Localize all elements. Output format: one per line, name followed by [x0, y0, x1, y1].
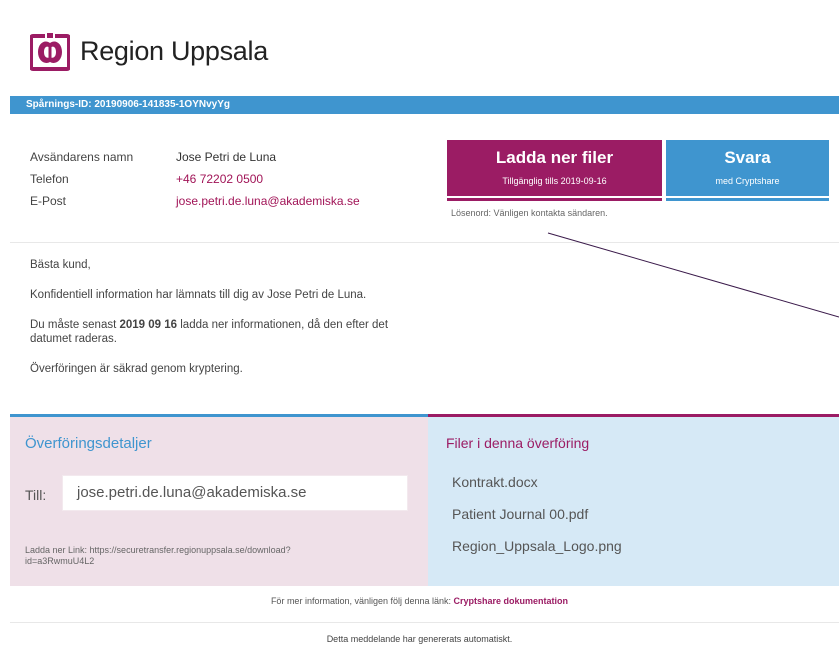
- sender-name-row: Avsändarens namn Jose Petri de Luna: [30, 146, 360, 168]
- message-line-2-pre: Du måste senast: [30, 319, 120, 331]
- divider: [10, 242, 839, 243]
- message-body: Bästa kund, Konfidentiell information ha…: [30, 258, 430, 392]
- message-line-2: Du måste senast 2019 09 16 ladda ner inf…: [30, 318, 430, 346]
- download-files-button[interactable]: Ladda ner filer Tillgänglig tills 2019-0…: [447, 140, 662, 196]
- download-link[interactable]: Ladda ner Link: https://securetransfer.r…: [25, 545, 355, 567]
- file-item: Kontrakt.docx: [452, 474, 538, 490]
- reply-button-label: Svara: [724, 148, 771, 167]
- footer-divider: [10, 622, 839, 623]
- footer-auto-note: Detta meddelande har genererats automati…: [326, 634, 513, 644]
- recipient-field: jose.petri.de.luna@akademiska.se: [62, 475, 408, 511]
- transfer-details-title: Överföringsdetaljer: [25, 435, 152, 452]
- sender-email-label: E-Post: [30, 194, 67, 208]
- file-item: Patient Journal 00.pdf: [452, 506, 589, 522]
- message-greeting: Bästa kund,: [30, 259, 91, 271]
- org-name: Region Uppsala: [80, 35, 268, 66]
- file-list: Kontrakt.docx Patient Journal 00.pdf Reg…: [452, 472, 622, 568]
- file-item: Region_Uppsala_Logo.png: [452, 538, 622, 554]
- sender-email-link[interactable]: jose.petri.de.luna@akademiska.se: [176, 194, 360, 208]
- sender-name-value: Jose Petri de Luna: [176, 150, 277, 164]
- download-available-until: Tillgänglig tills 2019-09-16: [502, 176, 607, 186]
- sender-phone-row: Telefon +46 72202 0500: [30, 168, 360, 190]
- transfer-details-panel: Överföringsdetaljer Till: jose.petri.de.…: [10, 414, 428, 586]
- message-deadline-date: 2019 09 16: [119, 319, 178, 331]
- sender-phone-label: Telefon: [30, 172, 69, 186]
- tracking-id: Spårnings-ID: 20190906-141835-1OYNvyYg: [26, 99, 230, 110]
- tracking-bar: Spårnings-ID: 20190906-141835-1OYNvyYg: [10, 96, 839, 114]
- sender-phone-link[interactable]: +46 72202 0500: [176, 172, 263, 186]
- reply-button-underline: [666, 198, 829, 201]
- cryptshare-docs-link[interactable]: Cryptshare dokumentation: [454, 596, 569, 606]
- footer-info-text: För mer information, vänligen följ denna…: [270, 596, 454, 606]
- sender-email-row: E-Post jose.petri.de.luna@akademiska.se: [30, 190, 360, 212]
- files-panel: Filer i denna överföring Kontrakt.docx P…: [428, 414, 839, 586]
- header-logo: Region Uppsala: [30, 26, 268, 76]
- sender-name-label: Avsändarens namn: [30, 150, 134, 164]
- sender-info: Avsändarens namn Jose Petri de Luna Tele…: [30, 146, 360, 212]
- files-title: Filer i denna överföring: [446, 435, 590, 451]
- reply-button-sub: med Cryptshare: [715, 176, 780, 186]
- recipient-label: Till:: [25, 487, 47, 503]
- reply-button[interactable]: Svara med Cryptshare: [666, 140, 829, 196]
- footer-info: För mer information, vänligen följ denna…: [0, 596, 839, 606]
- region-uppsala-logo-icon: [30, 32, 70, 71]
- message-line-3: Överföringen är säkrad genom kryptering.: [30, 363, 243, 375]
- password-hint: Lösenord: Vänligen kontakta sändaren.: [451, 208, 608, 218]
- download-button-label: Ladda ner filer: [495, 148, 614, 167]
- message-line-1: Konfidentiell information har lämnats ti…: [30, 289, 367, 301]
- download-button-underline: [447, 198, 662, 201]
